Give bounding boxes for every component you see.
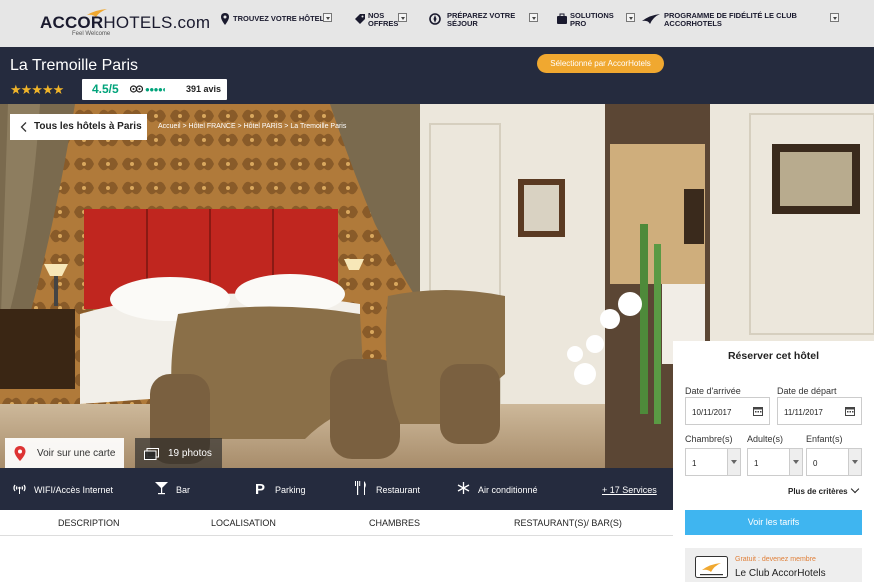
cutlery-icon bbox=[355, 481, 366, 495]
rooms-select[interactable]: 1 bbox=[685, 448, 741, 476]
calendar-icon bbox=[845, 407, 855, 416]
logo-tagline: Feel Welcome bbox=[72, 31, 111, 37]
nav-prepare-stay[interactable]: Préparez votre séjour bbox=[429, 12, 539, 36]
more-criteria-label: Plus de critères bbox=[788, 487, 848, 496]
cocktail-icon bbox=[155, 482, 168, 495]
hotel-stars: ★★★★★ bbox=[10, 82, 64, 97]
briefcase-icon bbox=[557, 13, 567, 24]
nav-label-line2: AccorHotels bbox=[664, 19, 722, 28]
breadcrumb[interactable]: Accueil > Hôtel FRANCE > Hôtel PARIS > L… bbox=[158, 123, 346, 130]
children-select[interactable]: 0 bbox=[806, 448, 862, 476]
view-map-label: Voir sur une carte bbox=[37, 448, 116, 459]
section-tabs: Description Localisation Chambres Restau… bbox=[0, 510, 673, 536]
selected-badge: Sélectionné par AccorHotels bbox=[537, 54, 664, 73]
chevron-down-icon[interactable] bbox=[830, 13, 839, 22]
booking-panel: Réserver cet hôtel Date d'arrivée 10/11/… bbox=[673, 341, 874, 582]
tab-description[interactable]: Description bbox=[58, 518, 120, 528]
logo-secondary: HOTELS bbox=[103, 13, 173, 32]
logo-main: ACCOR bbox=[40, 13, 104, 32]
chevron-left-icon bbox=[20, 122, 27, 132]
tag-icon bbox=[355, 14, 365, 24]
back-to-hotels-button[interactable]: Tous les hôtels à Paris bbox=[10, 114, 147, 140]
club-free-text: Gratuit : devenez membre bbox=[735, 556, 816, 563]
parking-icon: P bbox=[255, 481, 265, 495]
loyalty-club-banner[interactable]: Gratuit : devenez membre Le Club AccorHo… bbox=[685, 548, 862, 582]
review-count: 391 avis bbox=[186, 84, 222, 94]
departure-date-value: 11/11/2017 bbox=[784, 408, 823, 417]
calendar-icon bbox=[753, 407, 763, 416]
tripadvisor-owl-icon bbox=[130, 85, 143, 93]
rooms-value: 1 bbox=[692, 459, 697, 468]
chevron-down-icon bbox=[848, 449, 861, 475]
amenity-label: Restaurant bbox=[376, 485, 421, 495]
loyalty-card-icon bbox=[695, 556, 728, 578]
see-rates-button[interactable]: Voir les tarifs bbox=[685, 510, 862, 535]
chevron-down-icon bbox=[727, 449, 740, 475]
view-map-button[interactable]: Voir sur une carte bbox=[5, 438, 124, 468]
departure-label: Date de départ bbox=[777, 386, 837, 396]
compass-icon bbox=[429, 13, 441, 25]
wifi-icon bbox=[13, 484, 26, 494]
nav-label-line2: pro bbox=[570, 19, 587, 28]
photos-label: 19 photos bbox=[168, 448, 212, 459]
adults-select[interactable]: 1 bbox=[747, 448, 803, 476]
tab-localisation[interactable]: Localisation bbox=[211, 518, 276, 528]
nav-pro-solutions[interactable]: Solutions pro bbox=[556, 12, 636, 36]
snowflake-icon bbox=[457, 482, 470, 494]
rating-box[interactable]: 4.5/5 ●●●●◐ 391 avis bbox=[82, 79, 227, 100]
rating-score: 4.5/5 bbox=[92, 82, 119, 96]
chevron-down-icon[interactable] bbox=[398, 13, 407, 22]
children-value: 0 bbox=[813, 459, 818, 468]
tab-rooms[interactable]: Chambres bbox=[369, 518, 420, 528]
nav-offers[interactable]: Nos offres bbox=[354, 12, 410, 36]
amenity-label: WIFI/Accès Internet bbox=[34, 485, 114, 495]
more-services-link[interactable]: + 17 Services bbox=[602, 485, 657, 495]
booking-title: Réserver cet hôtel bbox=[727, 350, 820, 362]
more-criteria-link[interactable]: Plus de critères bbox=[788, 484, 859, 496]
arrival-date-value: 10/11/2017 bbox=[692, 408, 732, 417]
svg-text:P: P bbox=[255, 481, 265, 495]
chevron-down-icon bbox=[850, 484, 859, 494]
arrival-label: Date d'arrivée bbox=[685, 386, 741, 396]
logo-suffix: .com bbox=[172, 13, 211, 32]
top-navigation: ACCORHOTELS.com Feel Welcome Trouvez vot… bbox=[0, 0, 874, 47]
map-pin-icon bbox=[14, 446, 26, 461]
rating-dots: ●●●●◐ bbox=[145, 85, 167, 94]
accorhotels-logo[interactable]: ACCORHOTELS.com Feel Welcome bbox=[40, 9, 210, 39]
chevron-down-icon[interactable] bbox=[529, 13, 538, 22]
adults-value: 1 bbox=[754, 459, 759, 468]
amenity-label: Air conditionné bbox=[478, 485, 538, 495]
amenities-bar: WIFI/Accès Internet Bar P Parking Restau… bbox=[0, 468, 673, 510]
loyalty-bird-icon bbox=[642, 14, 660, 24]
hotel-header: La Tremoille Paris ★★★★★ 4.5/5 ●●●●◐ 391… bbox=[0, 47, 874, 104]
nav-label-line2: séjour bbox=[447, 19, 478, 28]
nav-label: Trouvez votre hôtel bbox=[233, 14, 325, 23]
arrival-date-field[interactable]: 10/11/2017 bbox=[685, 397, 770, 425]
rooms-label: Chambre(s) bbox=[685, 434, 733, 444]
nav-find-hotel[interactable]: Trouvez votre hôtel bbox=[219, 12, 332, 36]
photos-button[interactable]: 19 photos bbox=[135, 438, 222, 468]
tab-restaurants-bars[interactable]: Restaurant(s)/ Bar(s) bbox=[514, 518, 622, 528]
adults-label: Adulte(s) bbox=[747, 434, 784, 444]
chevron-down-icon[interactable] bbox=[626, 13, 635, 22]
chevron-down-icon bbox=[789, 449, 802, 475]
chevron-down-icon[interactable] bbox=[323, 13, 332, 22]
pin-icon bbox=[221, 13, 229, 25]
club-name: Le Club AccorHotels bbox=[735, 568, 826, 579]
gallery-icon bbox=[144, 448, 159, 460]
back-label: Tous les hôtels à Paris bbox=[34, 121, 142, 132]
amenity-label: Parking bbox=[275, 485, 306, 495]
children-label: Enfant(s) bbox=[806, 434, 843, 444]
nav-label-line2: offres bbox=[368, 19, 399, 28]
hotel-name: La Tremoille Paris bbox=[10, 57, 139, 74]
nav-loyalty[interactable]: Programme de fidélité Le Club AccorHotel… bbox=[642, 12, 842, 36]
amenity-label: Bar bbox=[176, 485, 191, 495]
departure-date-field[interactable]: 11/11/2017 bbox=[777, 397, 862, 425]
